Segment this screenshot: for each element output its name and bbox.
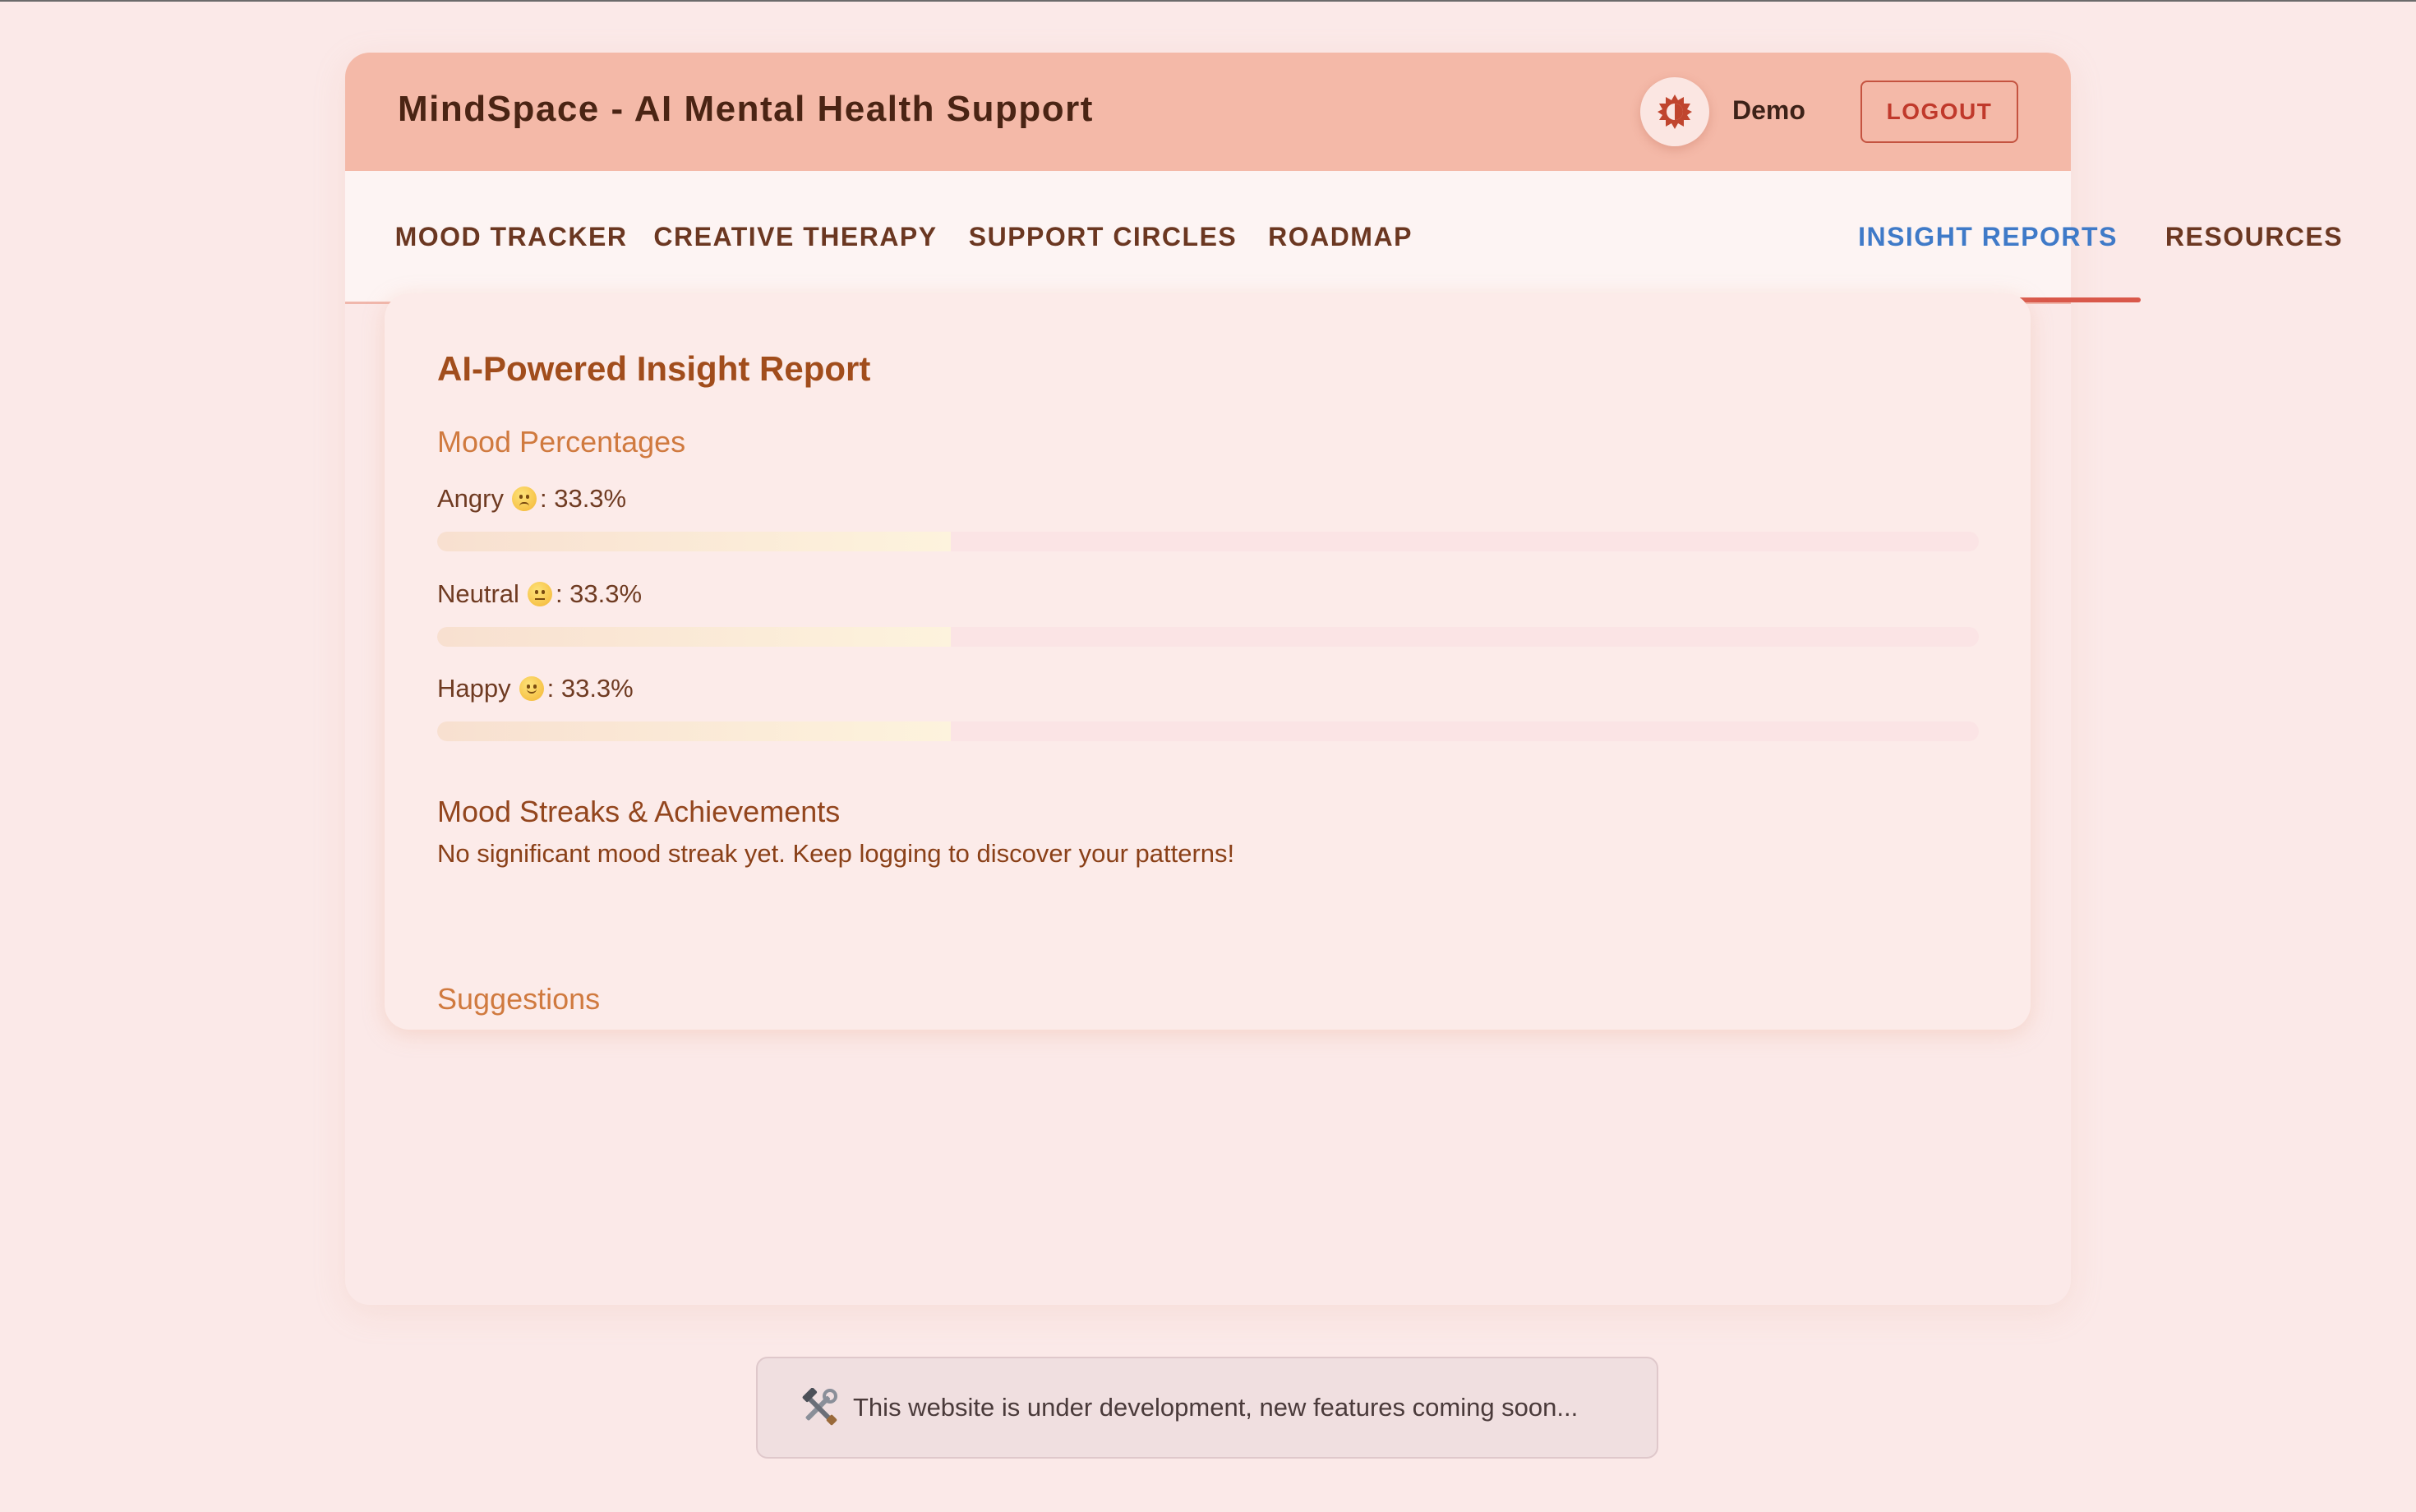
mood-progress-bar: [437, 532, 1979, 551]
mood-streaks-heading: Mood Streaks & Achievements: [437, 795, 841, 828]
tab-creative-therapy[interactable]: CREATIVE THERAPY: [651, 171, 940, 302]
sun-moon-icon: [1658, 94, 1692, 129]
user-name: Demo: [1732, 95, 1805, 125]
app-header: MindSpace - AI Mental Health Support Dem…: [345, 53, 2071, 171]
neutral-face-icon: [527, 582, 552, 606]
tab-support-circles[interactable]: SUPPORT CIRCLES: [966, 171, 1239, 302]
mood-row-angry: Angry : 33.3%: [437, 484, 1979, 558]
mood-progress-fill: [437, 721, 951, 741]
mood-row-happy: Happy : 33.3%: [437, 674, 1979, 748]
tab-resources[interactable]: RESOURCES: [2165, 171, 2342, 302]
development-notice-text: This website is under development, new f…: [853, 1393, 1579, 1422]
mood-percentages-heading: Mood Percentages: [437, 425, 686, 459]
app-title: MindSpace - AI Mental Health Support: [398, 89, 1094, 129]
mood-name: Neutral: [437, 579, 519, 608]
mood-progress-fill: [437, 627, 951, 647]
insight-report-card: AI-Powered Insight Report Mood Percentag…: [385, 293, 2031, 1030]
suggestions-heading: Suggestions: [437, 982, 601, 1016]
mood-name: Happy: [437, 674, 511, 703]
app-container: MindSpace - AI Mental Health Support Dem…: [345, 53, 2342, 1305]
smiling-face-icon: [519, 676, 544, 701]
window-top-border: [0, 0, 2416, 2]
theme-toggle-button[interactable]: [1640, 77, 1709, 146]
tab-insight-reports[interactable]: INSIGHT REPORTS: [1835, 171, 2141, 302]
report-title: AI-Powered Insight Report: [437, 349, 871, 388]
streak-message: No significant mood streak yet. Keep log…: [437, 839, 1235, 868]
development-notice-banner: This website is under development, new f…: [756, 1357, 1658, 1459]
main-nav-tabs: MOOD TRACKER CREATIVE THERAPY SUPPORT CI…: [345, 171, 2342, 304]
logout-button[interactable]: LOGOUT: [1860, 81, 2018, 143]
tab-roadmap[interactable]: ROADMAP: [1266, 171, 1415, 302]
angry-face-icon: [511, 486, 537, 511]
mood-label: Angry : 33.3%: [437, 484, 626, 514]
mood-percent-text: : 33.3%: [546, 674, 634, 703]
mood-percent-text: : 33.3%: [539, 484, 627, 513]
hammer-and-wrench-icon: [802, 1388, 837, 1426]
mood-progress-bar: [437, 627, 1979, 647]
mood-label: Neutral : 33.3%: [437, 579, 642, 609]
mood-progress-bar: [437, 721, 1979, 741]
mood-row-neutral: Neutral : 33.3%: [437, 579, 1979, 653]
mood-label: Happy : 33.3%: [437, 674, 634, 703]
mood-name: Angry: [437, 484, 504, 513]
mood-progress-fill: [437, 532, 951, 551]
tab-mood-tracker[interactable]: MOOD TRACKER: [395, 171, 626, 302]
mood-percent-text: : 33.3%: [555, 579, 643, 608]
